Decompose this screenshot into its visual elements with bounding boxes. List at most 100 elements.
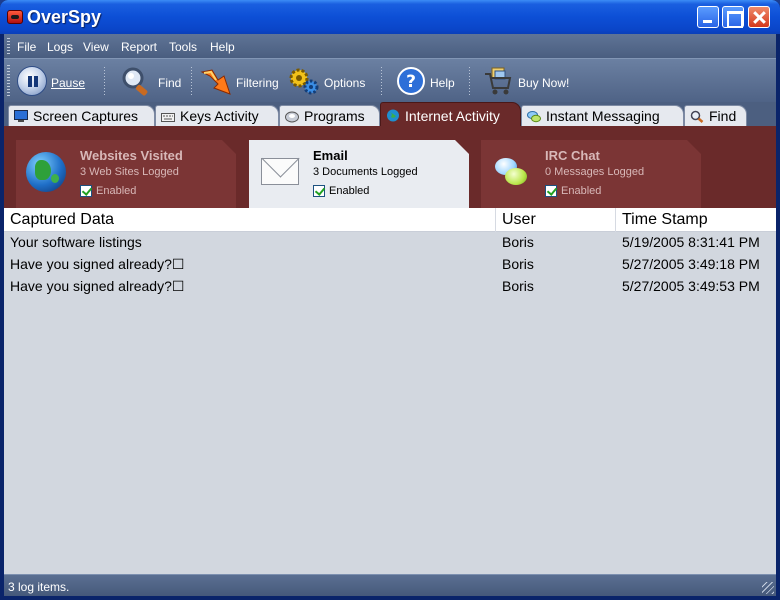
tab-label: Instant Messaging — [546, 108, 660, 124]
status-text: 3 log items. — [8, 580, 70, 594]
enabled-checkbox[interactable] — [545, 185, 557, 197]
toolbar-separator — [191, 67, 192, 95]
toolbar-grip[interactable] — [7, 65, 10, 97]
help-label: Help — [430, 76, 455, 90]
category-title: Email — [313, 148, 348, 163]
category-irc-chat[interactable]: IRC Chat 0 Messages Logged Enabled — [481, 140, 701, 208]
column-header-time-stamp[interactable]: Time Stamp — [622, 211, 708, 229]
filtering-button[interactable]: Filtering — [196, 59, 284, 103]
column-header-captured-data[interactable]: Captured Data — [10, 211, 114, 229]
globe-icon — [26, 152, 66, 192]
find-button[interactable]: Find — [118, 59, 188, 103]
table-row[interactable]: Have you signed already?☐ Boris 5/27/200… — [4, 254, 776, 276]
menu-tools[interactable]: Tools — [169, 40, 197, 54]
filtering-label: Filtering — [236, 76, 279, 90]
help-icon: ? — [396, 66, 426, 96]
column-divider[interactable] — [615, 208, 616, 232]
menu-grip[interactable] — [7, 38, 10, 54]
table-row[interactable]: Have you signed already?☐ Boris 5/27/200… — [4, 276, 776, 298]
find-label: Find — [158, 76, 182, 90]
client-area: File Logs View Report Tools Help Pause F… — [4, 34, 776, 600]
pause-icon — [17, 66, 47, 96]
enabled-label: Enabled — [329, 185, 370, 197]
resize-grip[interactable] — [762, 582, 774, 594]
maximize-button[interactable] — [722, 6, 744, 28]
menu-report[interactable]: Report — [121, 40, 157, 54]
time-stamp-cell: 5/19/2005 8:31:41 PM — [622, 234, 760, 250]
enabled-label: Enabled — [96, 185, 137, 197]
tab-label: Programs — [304, 108, 365, 124]
window-title: OverSpy — [27, 7, 102, 27]
svg-text:?: ? — [406, 72, 416, 92]
app-window: OverSpy File Logs View Report Tools Help… — [0, 0, 780, 600]
column-divider[interactable] — [495, 208, 496, 232]
programs-icon — [285, 110, 299, 123]
chat-bubbles-icon — [491, 152, 531, 192]
monitor-icon — [14, 110, 28, 123]
tab-find[interactable]: Find — [684, 105, 747, 126]
log-list[interactable]: Captured Data User Time Stamp Your softw… — [4, 208, 776, 574]
globe-icon — [386, 109, 400, 122]
menu-bar: File Logs View Report Tools Help — [4, 34, 776, 58]
tab-screen-captures[interactable]: Screen Captures — [8, 105, 155, 126]
window-frame-bottom — [4, 596, 776, 600]
tab-label: Internet Activity — [405, 108, 500, 124]
category-count: 3 Web Sites Logged — [80, 166, 179, 178]
category-email[interactable]: Email 3 Documents Logged Enabled — [249, 140, 469, 208]
help-button[interactable]: ? Help — [394, 59, 460, 103]
tab-strip: Screen Captures Keys Activity Programs I… — [4, 102, 776, 126]
category-count: 0 Messages Logged — [545, 166, 645, 178]
user-cell: Boris — [502, 278, 534, 294]
pause-button[interactable]: Pause — [14, 59, 100, 103]
menu-help[interactable]: Help — [210, 40, 235, 54]
status-bar: 3 log items. — [4, 574, 776, 596]
minimize-button[interactable] — [697, 6, 719, 28]
gears-icon — [288, 66, 319, 96]
category-panel: Websites Visited 3 Web Sites Logged Enab… — [4, 126, 776, 208]
options-button[interactable]: Options — [286, 59, 378, 103]
magnifier-icon — [120, 66, 150, 96]
toolbar-separator — [104, 67, 105, 95]
table-row[interactable]: Your software listings Boris 5/19/2005 8… — [4, 232, 776, 254]
column-header-user[interactable]: User — [502, 211, 536, 229]
tab-label: Keys Activity — [180, 108, 259, 124]
buy-now-label: Buy Now! — [518, 76, 570, 90]
captured-data-cell: Have you signed already?☐ — [10, 256, 185, 272]
close-button[interactable] — [748, 6, 770, 28]
tab-label: Find — [709, 108, 737, 124]
time-stamp-cell: 5/27/2005 3:49:53 PM — [622, 278, 760, 294]
keyboard-icon — [161, 110, 175, 123]
category-websites-visited[interactable]: Websites Visited 3 Web Sites Logged Enab… — [16, 140, 236, 208]
tab-keys-activity[interactable]: Keys Activity — [155, 105, 279, 126]
menu-view[interactable]: View — [83, 40, 109, 54]
user-cell: Boris — [502, 256, 534, 272]
enabled-checkbox[interactable] — [313, 185, 325, 197]
captured-data-cell: Have you signed already?☐ — [10, 278, 185, 294]
user-cell: Boris — [502, 234, 534, 250]
tab-programs[interactable]: Programs — [279, 105, 380, 126]
app-icon — [7, 10, 23, 24]
menu-logs[interactable]: Logs — [47, 40, 73, 54]
envelope-icon — [261, 158, 299, 185]
time-stamp-cell: 5/27/2005 3:49:18 PM — [622, 256, 760, 272]
filter-arrow-icon — [200, 66, 231, 96]
buy-now-button[interactable]: Buy Now! — [480, 59, 576, 103]
category-count: 3 Documents Logged — [313, 166, 418, 178]
enabled-label: Enabled — [561, 185, 602, 197]
captured-data-cell: Your software listings — [10, 234, 142, 250]
pause-label: Pause — [51, 76, 86, 90]
enabled-checkbox[interactable] — [80, 185, 92, 197]
toolbar-separator — [469, 67, 470, 95]
tab-label: Screen Captures — [33, 108, 139, 124]
tab-instant-messaging[interactable]: Instant Messaging — [521, 105, 684, 126]
toolbar-separator — [381, 67, 382, 95]
menu-file[interactable]: File — [17, 40, 36, 54]
list-header: Captured Data User Time Stamp — [4, 208, 776, 232]
title-bar[interactable]: OverSpy — [0, 0, 780, 34]
category-title: IRC Chat — [545, 148, 600, 163]
shopping-cart-icon — [482, 66, 512, 96]
chat-bubbles-icon — [527, 110, 541, 123]
toolbar: Pause Find Filtering Options ? Help Buy … — [4, 58, 776, 102]
tab-internet-activity[interactable]: Internet Activity — [380, 102, 521, 126]
category-title: Websites Visited — [80, 148, 183, 163]
